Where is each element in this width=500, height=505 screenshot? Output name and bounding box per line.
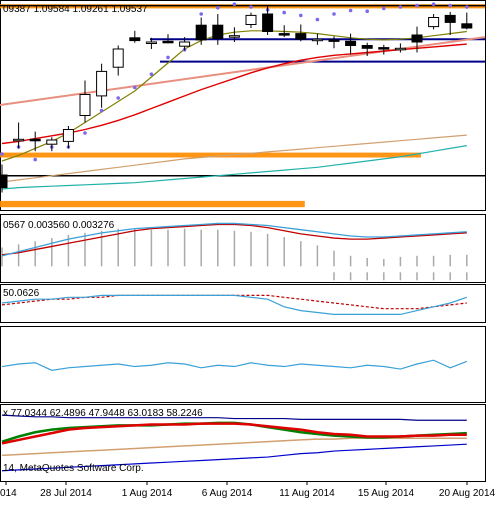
candle-body (245, 14, 257, 25)
chart-window: 09387 1.09584 1.09261 1.09537 0567 0.0035… (0, 0, 500, 500)
candle-body (195, 24, 207, 41)
candle-body (46, 139, 58, 145)
fractal-point (299, 13, 303, 18)
fractal-point (282, 10, 287, 15)
fractal-point (465, 5, 469, 9)
candle-body (212, 24, 224, 40)
fractal-point (166, 55, 170, 60)
fractal-point (431, 2, 436, 6)
candle-body (345, 40, 357, 46)
x-axis-tick-label: 1 Aug 2014 (122, 488, 173, 499)
candle-body (311, 38, 323, 42)
fractal-point (365, 9, 370, 13)
fractal-point (315, 17, 320, 22)
candle-body (328, 39, 340, 42)
candle-body (13, 138, 25, 142)
candle-body (29, 138, 41, 142)
x-axis-tick-label: 6 Aug 2014 (202, 488, 253, 499)
candle-body (262, 13, 274, 32)
candle-body (162, 40, 174, 44)
candle-body (79, 94, 91, 116)
adx-readout: x 77.0344 62.4896 47.9448 63.0183 58.224… (3, 408, 203, 419)
fractal-point (33, 157, 37, 162)
candle-body (278, 33, 290, 36)
x-axis-tick-label: 20 Aug 2014 (439, 488, 496, 499)
fractal-point (348, 8, 353, 13)
x-axis-tick-label: 014 (0, 488, 17, 499)
fractal-point (216, 5, 220, 10)
fractal-point (398, 5, 403, 9)
candle-body (112, 48, 124, 68)
x-axis-tick-label: 15 Aug 2014 (358, 488, 415, 499)
candle-body (461, 23, 473, 29)
fractal-point (332, 12, 336, 16)
fractal-point (415, 3, 419, 8)
candle-body (428, 17, 440, 28)
candle-body (145, 41, 157, 44)
oscillator-readout: 50.0626 (3, 288, 40, 299)
ohlc-readout: 09387 1.09584 1.09261 1.09537 (3, 4, 148, 15)
candle-body (411, 34, 423, 43)
candle-body (129, 37, 141, 42)
candle-body (394, 47, 406, 51)
macd-readout: 0567 0.003560 0.003276 (3, 220, 115, 231)
fractal-point (0, 152, 4, 156)
support-resistance-zone (0, 200, 305, 208)
chart-canvas: 09387 1.09584 1.09261 1.09537 0567 0.0035… (0, 0, 500, 500)
fractal-point (99, 108, 104, 113)
fractal-point (382, 6, 386, 11)
candle-body (361, 45, 373, 49)
x-axis-tick-label: 28 Jul 2014 (40, 488, 92, 499)
fractal-point (116, 96, 120, 100)
fractal-point (133, 85, 137, 90)
candle-body (179, 41, 191, 47)
fractal-point (149, 72, 154, 76)
candle-body (0, 174, 8, 189)
candle-body (228, 35, 240, 38)
x-axis-tick-label: 11 Aug 2014 (279, 488, 335, 499)
fractal-point (232, 2, 237, 6)
fractal-point (249, 5, 253, 9)
fractal-point (199, 12, 203, 16)
candle-body (62, 129, 74, 142)
candle-body (444, 14, 456, 23)
copyright-label: 14, MetaQuotes Software Corp. (3, 463, 144, 474)
candle-body (96, 70, 108, 97)
candle-body (378, 47, 390, 50)
fractal-point (83, 131, 87, 135)
fractal-point (448, 3, 453, 8)
candle-body (295, 33, 307, 40)
